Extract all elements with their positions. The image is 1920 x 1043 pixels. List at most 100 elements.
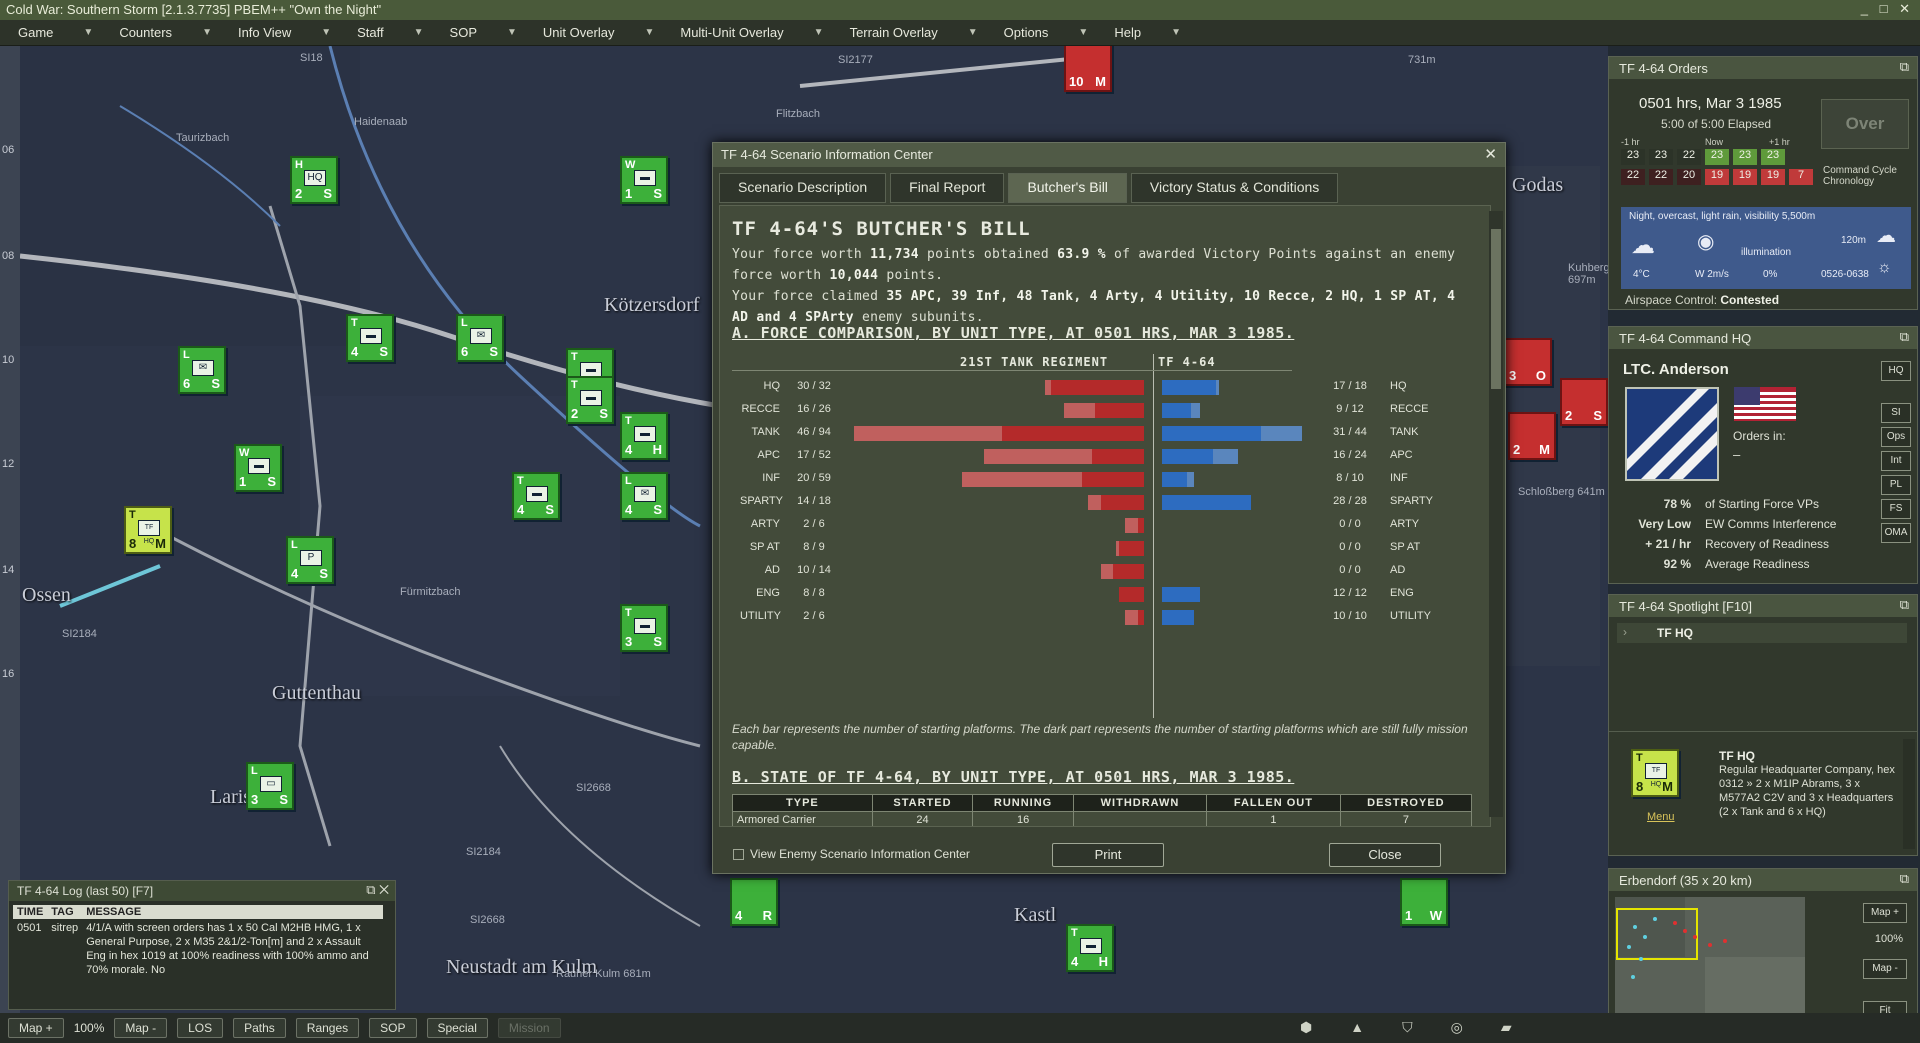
unit-type-letter: T [129,509,136,521]
menu-multi-unit-overlay[interactable]: Multi-Unit Overlay ▼ [662,25,831,40]
enemy-category-label: SP AT [749,541,780,553]
shield-icon[interactable]: ⛉ [1402,1019,1413,1036]
los-button[interactable]: LOS [177,1018,224,1038]
print-button[interactable]: Print [1052,843,1164,867]
unit-counter[interactable]: T▬4 S [346,314,394,362]
spotlight-item[interactable]: › TF HQ [1617,623,1907,643]
minimap[interactable] [1615,897,1805,1025]
over-button[interactable]: Over [1821,99,1909,149]
minimap-zoom-out-button[interactable]: Map - [1863,959,1907,979]
close-button[interactable]: Close [1329,843,1441,867]
unit-counter[interactable]: 3O [1504,338,1552,386]
expand-icon[interactable]: › [1623,625,1627,639]
unit-counter[interactable]: 1W [1400,878,1448,926]
view-enemy-checkbox[interactable]: View Enemy Scenario Information Center [733,847,970,861]
si-button[interactable]: SI [1881,403,1911,423]
log-controls[interactable]: ⧉ ✕ [366,882,389,898]
state-cell: 16 [972,811,1074,826]
sop-button[interactable]: SOP [369,1018,417,1038]
terrain-icon[interactable]: ▲ [1350,1019,1364,1036]
menu-help[interactable]: Help ▼ [1096,25,1189,40]
unit-counter[interactable]: T ▬ 4 H [620,412,668,460]
menu-sop[interactable]: SOP ▼ [432,25,525,40]
unit-counter[interactable]: L ▭ 3 S [246,762,294,810]
unit-counter[interactable]: H HQ 2 S [290,156,338,204]
map-zoom-in-button[interactable]: Map + [8,1018,64,1038]
chevron-down-icon[interactable]: ▼ [202,27,212,38]
spotlight-item-label: TF HQ [1657,626,1693,640]
menu-unit-overlay[interactable]: Unit Overlay ▼ [525,25,662,40]
unit-counter[interactable]: 2S [1560,378,1608,426]
chevron-down-icon[interactable]: ▼ [83,27,93,38]
int-button[interactable]: Int [1881,451,1911,471]
special-button[interactable]: Special [426,1018,488,1038]
mission-button[interactable]: Mission [497,1018,561,1038]
minimap-zoom-in-button[interactable]: Map + [1863,903,1907,923]
chevron-down-icon[interactable]: ▼ [644,27,654,38]
unit-counter[interactable]: L ✉ 6 S [178,346,226,394]
unit-symbol-icon: ✉ [192,360,214,376]
force-row-tank: TANK 46 / 94 31 / 44 TANK [720,422,1490,445]
chevron-down-icon[interactable]: ▼ [507,27,517,38]
menu-staff[interactable]: Staff ▼ [339,25,431,40]
menu-info-view[interactable]: Info View ▼ [220,25,339,40]
unit-counter[interactable]: W ▬ 1 S [620,156,668,204]
pl-button[interactable]: PL [1881,475,1911,495]
menu-counters[interactable]: Counters ▼ [101,25,220,40]
unit-strength: 2 [571,406,579,421]
menu-game[interactable]: Game ▼ [0,25,101,40]
chronology: -1 hr Now +1 hr 23 23 22 23 23 23 22 22 20 19 19 19 7 [1621,137,1821,199]
hq-button[interactable]: HQ [1881,361,1911,381]
unit-counter[interactable]: T▬4 S [512,472,560,520]
sun-icon: ☼ [1877,259,1892,276]
unit-counter[interactable]: W ▬ 1 S [234,444,282,492]
checkbox-icon[interactable] [733,849,744,861]
tab-final-report[interactable]: Final Report [890,173,1005,203]
tab-victory-status-conditions[interactable]: Victory Status & Conditions [1130,173,1339,203]
unit-counter[interactable]: 10 M [1064,46,1112,92]
menu-options[interactable]: Options ▼ [986,25,1097,40]
unit-counter[interactable]: T ▬ 2 S [566,376,614,424]
stat-value: Very Low [1638,517,1691,531]
spotlight-scrollbar[interactable] [1903,739,1915,849]
ops-button[interactable]: Ops [1881,427,1911,447]
tf-hq-counter[interactable]: T TF HQ 8 M [1631,749,1679,797]
orders-in-value: – [1733,447,1741,462]
map-zoom-out-button[interactable]: Map - [114,1018,168,1038]
chevron-down-icon[interactable]: ▼ [968,27,978,38]
unit-counter[interactable]: LP4 S [286,536,334,584]
unit-counter[interactable]: 4R [730,878,778,926]
chevron-down-icon[interactable]: ▼ [1078,27,1088,38]
chevron-down-icon[interactable]: ▼ [814,27,824,38]
enemy-category-label: SPARTY [740,495,783,507]
tab-butcher-s-bill[interactable]: Butcher's Bill [1008,173,1127,203]
pin-icon[interactable]: ⧉ [1900,59,1909,75]
unit-menu-link[interactable]: Menu [1647,811,1675,823]
menu-terrain-overlay[interactable]: Terrain Overlay ▼ [832,25,986,40]
fs-button[interactable]: FS [1881,499,1911,519]
ranges-button[interactable]: Ranges [295,1018,360,1038]
eye-off-icon[interactable]: ◎ [1451,1019,1463,1036]
pin-icon[interactable]: ⧉ [1900,597,1909,613]
chevron-down-icon[interactable]: ▼ [1171,27,1181,38]
pin-icon[interactable]: ⧉ [1900,329,1909,345]
unit-counter[interactable]: L ✉ 6 S [456,314,504,362]
chevron-down-icon[interactable]: ▼ [414,27,424,38]
paths-button[interactable]: Paths [233,1018,286,1038]
hex-icon[interactable]: ⬢ [1300,1019,1312,1036]
unit-counter[interactable]: 2M [1508,412,1556,460]
truck-icon[interactable]: ▰ [1501,1019,1512,1036]
tab-scenario-description[interactable]: Scenario Description [719,173,887,203]
log-row[interactable]: 0501 sitrep 4/1/A with screen orders has 1… [13,919,383,979]
unit-counter[interactable]: T TF HQ 8 M [124,506,172,554]
window-controls[interactable]: _ □ ✕ [1861,1,1914,17]
dialog-scrollbar[interactable] [1489,211,1503,817]
close-icon[interactable]: ✕ [1484,145,1497,163]
unit-counter[interactable]: T ▬ 3 S [620,604,668,652]
pin-icon[interactable]: ⧉ [1900,871,1909,887]
scroll-thumb[interactable] [1491,229,1501,389]
chevron-down-icon[interactable]: ▼ [321,27,331,38]
unit-counter[interactable]: L ✉ 4 S [620,472,668,520]
oma-button[interactable]: OMA [1881,523,1911,543]
unit-counter[interactable]: T ▬ 4 H [1066,924,1114,972]
